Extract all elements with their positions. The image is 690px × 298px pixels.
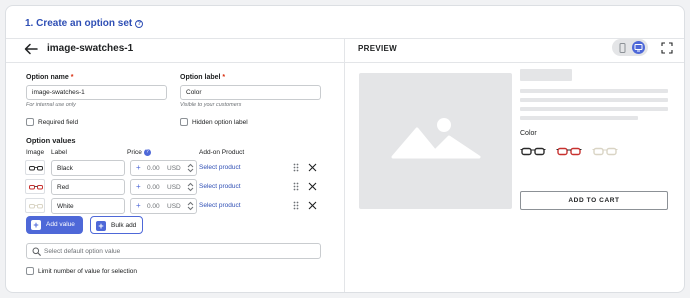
plus-icon: + <box>31 220 41 230</box>
price-value: 0.00 <box>147 165 160 172</box>
limit-selection-label: Limit number of value for selection <box>38 268 137 275</box>
column-header-price-text: Price <box>127 149 142 157</box>
value-image-thumbnail[interactable] <box>25 179 45 194</box>
text-skeleton <box>520 98 668 102</box>
price-currency: USD <box>167 184 181 191</box>
plus-icon: + <box>96 221 106 231</box>
column-header-label: Label <box>51 149 67 156</box>
required-field-label: Required field <box>38 119 79 126</box>
arrow-left-icon[interactable] <box>24 43 38 55</box>
swatch-red[interactable] <box>556 145 582 158</box>
select-product-link[interactable]: Select product <box>199 183 241 190</box>
value-label-input[interactable] <box>51 179 125 195</box>
close-icon[interactable] <box>308 163 317 172</box>
value-label-input[interactable] <box>51 160 125 176</box>
option-label-label: Option label * <box>180 74 225 81</box>
swatch-white[interactable] <box>592 145 618 158</box>
stepper-icon[interactable] <box>187 182 194 192</box>
close-icon[interactable] <box>308 201 317 210</box>
price-currency: USD <box>167 203 181 210</box>
mobile-icon[interactable] <box>618 43 627 53</box>
option-set-card: 1. Create an option set ? image-swatches… <box>5 5 685 293</box>
image-placeholder-icon <box>391 118 481 159</box>
text-skeleton <box>520 89 668 93</box>
price-sign: + <box>136 201 141 210</box>
divider <box>6 38 684 39</box>
price-currency: USD <box>167 165 181 172</box>
panel-divider <box>344 38 345 292</box>
close-icon[interactable] <box>308 182 317 191</box>
step-title-text: 1. Create an option set <box>25 18 133 29</box>
step-title: 1. Create an option set ? <box>25 18 144 29</box>
desktop-icon <box>634 44 643 52</box>
text-skeleton <box>520 116 638 120</box>
text-skeleton <box>520 107 668 111</box>
preview-title: PREVIEW <box>358 44 397 53</box>
title-skeleton <box>520 69 572 81</box>
divider <box>345 62 684 63</box>
default-value-search[interactable] <box>26 243 321 259</box>
required-mark: * <box>222 74 226 81</box>
required-field-checkbox[interactable] <box>26 118 34 126</box>
option-name-label: Option name * <box>26 74 73 81</box>
option-name-help: For internal use only <box>26 102 76 108</box>
required-mark: * <box>70 74 74 81</box>
option-values-title: Option values <box>26 136 76 145</box>
hidden-option-label-label: Hidden option label <box>192 119 248 126</box>
glasses-icon <box>29 166 43 171</box>
price-sign: + <box>136 182 141 191</box>
question-circle-icon[interactable]: ? <box>135 19 144 28</box>
expand-icon[interactable] <box>661 42 673 54</box>
option-set-title: image-swatches-1 <box>47 43 134 54</box>
stepper-icon[interactable] <box>187 201 194 211</box>
bulk-add-button[interactable]: + Bulk add <box>90 216 143 234</box>
divider <box>6 62 344 63</box>
price-value: 0.00 <box>147 184 160 191</box>
preview-color-label: Color <box>520 130 537 137</box>
column-header-addon: Add-on Product <box>199 149 245 156</box>
price-input[interactable]: + 0.00 USD <box>130 160 197 176</box>
option-label-input[interactable] <box>180 85 321 100</box>
bulk-add-label: Bulk add <box>111 222 137 229</box>
product-image-placeholder <box>359 73 512 209</box>
value-image-thumbnail[interactable] <box>25 198 45 213</box>
option-name-input[interactable] <box>26 85 167 100</box>
drag-handle-icon[interactable] <box>293 201 299 210</box>
column-header-price: Price? <box>127 149 151 156</box>
drag-handle-icon[interactable] <box>293 163 299 172</box>
price-sign: + <box>136 163 141 172</box>
default-value-search-input[interactable] <box>44 246 314 256</box>
stepper-icon[interactable] <box>187 163 194 173</box>
add-value-label: Add value <box>46 221 75 228</box>
hidden-option-label-checkbox[interactable] <box>180 118 188 126</box>
device-toggle <box>612 39 648 56</box>
option-name-label-text: Option name <box>26 74 69 81</box>
glasses-icon <box>29 204 43 209</box>
search-icon <box>32 247 41 256</box>
add-value-button[interactable]: + Add value <box>26 216 83 234</box>
drag-handle-icon[interactable] <box>293 182 299 191</box>
option-label-help: Visible to your customers <box>180 102 242 108</box>
option-label-label-text: Option label <box>180 74 221 81</box>
price-input[interactable]: + 0.00 USD <box>130 198 197 214</box>
value-image-thumbnail[interactable] <box>25 160 45 175</box>
select-product-link[interactable]: Select product <box>199 164 241 171</box>
add-to-cart-button[interactable]: ADD TO CART <box>520 191 668 210</box>
select-product-link[interactable]: Select product <box>199 202 241 209</box>
question-icon[interactable]: ? <box>143 149 151 156</box>
column-header-image: Image <box>26 149 45 156</box>
price-value: 0.00 <box>147 203 160 210</box>
swatch-black[interactable] <box>520 145 546 158</box>
desktop-toggle[interactable] <box>632 41 645 54</box>
value-label-input[interactable] <box>51 198 125 214</box>
limit-selection-checkbox[interactable] <box>26 267 34 275</box>
glasses-icon <box>29 185 43 190</box>
price-input[interactable]: + 0.00 USD <box>130 179 197 195</box>
